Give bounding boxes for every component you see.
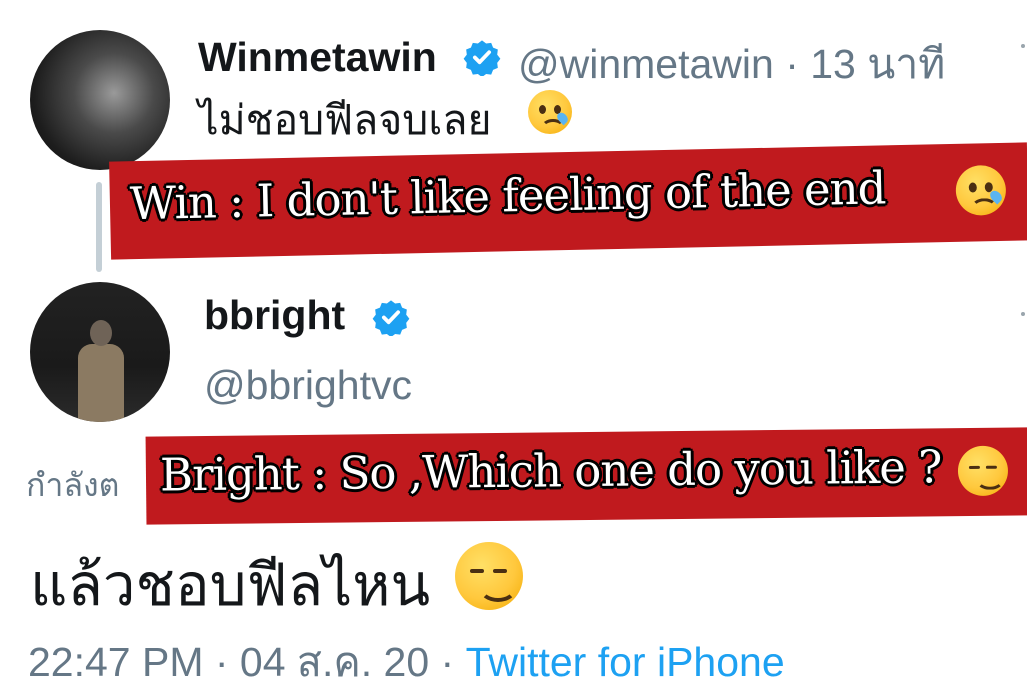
- tweet-text-original: ไม่ชอบฟีลจบเลย: [198, 97, 492, 143]
- thread-connector-line: [96, 182, 102, 272]
- smirking-face-icon: [957, 445, 1009, 497]
- crying-face-icon: [528, 90, 572, 134]
- caption-text-win: Win : I don't like feeling of the end: [129, 161, 886, 231]
- tweet-source-link[interactable]: Twitter for iPhone: [466, 639, 785, 685]
- avatar-winmetawin[interactable]: [30, 30, 170, 170]
- display-name-bbright[interactable]: bbright: [204, 292, 345, 339]
- tweet-text-reply: แล้วชอบฟีลไหน: [30, 553, 431, 618]
- more-options-icon[interactable]: [1021, 312, 1025, 316]
- crying-face-icon: [955, 164, 1007, 218]
- tweet-handle-and-time[interactable]: @winmetawin · 13 นาที: [518, 32, 945, 97]
- verified-badge-icon: [372, 300, 410, 336]
- timestamp-text: 22:47 PM · 04 ส.ค. 20 ·: [28, 639, 466, 685]
- caption-banner-win: Win : I don't like feeling of the end: [109, 142, 1027, 260]
- verified-badge-icon: [463, 40, 501, 76]
- caption-banner-bright: Bright : So ,Which one do you like ?: [145, 427, 1027, 525]
- avatar-bbright[interactable]: [30, 282, 170, 422]
- caption-text-bright: Bright : So ,Which one do you like ?: [159, 440, 942, 502]
- display-name-winmetawin[interactable]: Winmetawin: [198, 34, 437, 81]
- handle-bbright[interactable]: @bbrightvc: [204, 362, 412, 409]
- more-options-icon[interactable]: [1021, 44, 1025, 48]
- tweet-timestamp: 22:47 PM · 04 ส.ค. 20 · Twitter for iPho…: [28, 630, 785, 695]
- replying-to-label: กำลังต: [26, 467, 120, 503]
- smirking-face-icon: [455, 542, 523, 610]
